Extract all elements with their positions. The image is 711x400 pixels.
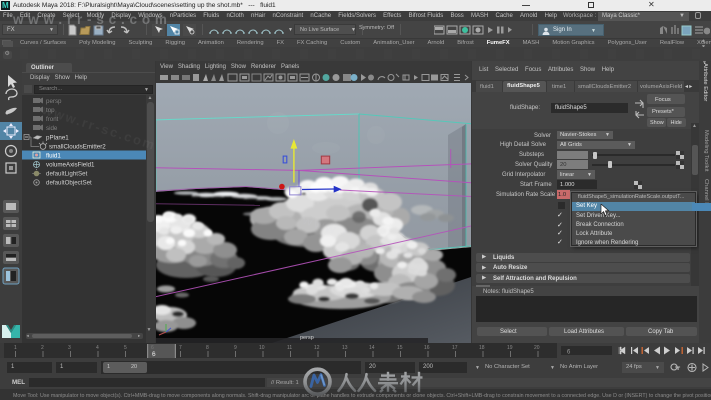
svg-text:5: 5 [124,345,127,351]
svg-text:20: 20 [534,345,540,351]
svg-text:volumeAxisField1: volumeAxisField1 [46,162,95,169]
svg-text:2: 2 [41,345,44,351]
svg-text:16: 16 [424,345,430,351]
svg-text:13: 13 [342,345,348,351]
svg-text:defaultObjectSet: defaultObjectSet [46,180,92,187]
svg-text:side: side [46,125,58,132]
svg-text:6: 6 [152,351,156,358]
svg-text:4: 4 [96,345,99,351]
svg-text:9: 9 [234,345,237,351]
svg-text:12: 12 [314,345,320,351]
svg-text:defaultLightSet: defaultLightSet [46,171,88,178]
svg-text:3: 3 [68,345,71,351]
svg-text:smallCloudsEmitter2: smallCloudsEmitter2 [49,144,106,151]
svg-text:14: 14 [369,345,375,351]
svg-text:1: 1 [14,345,17,351]
svg-text:pPlane1: pPlane1 [46,135,69,142]
svg-text:19: 19 [507,345,513,351]
svg-text:11: 11 [287,345,292,351]
svg-text:persp: persp [300,335,314,341]
svg-text:18: 18 [479,345,485,351]
svg-text:8: 8 [206,345,209,351]
svg-text:17: 17 [452,345,458,351]
svg-text:7: 7 [179,345,182,351]
svg-text:10: 10 [259,345,265,351]
svg-text:fluid1: fluid1 [46,153,61,160]
svg-text:15: 15 [397,345,403,351]
